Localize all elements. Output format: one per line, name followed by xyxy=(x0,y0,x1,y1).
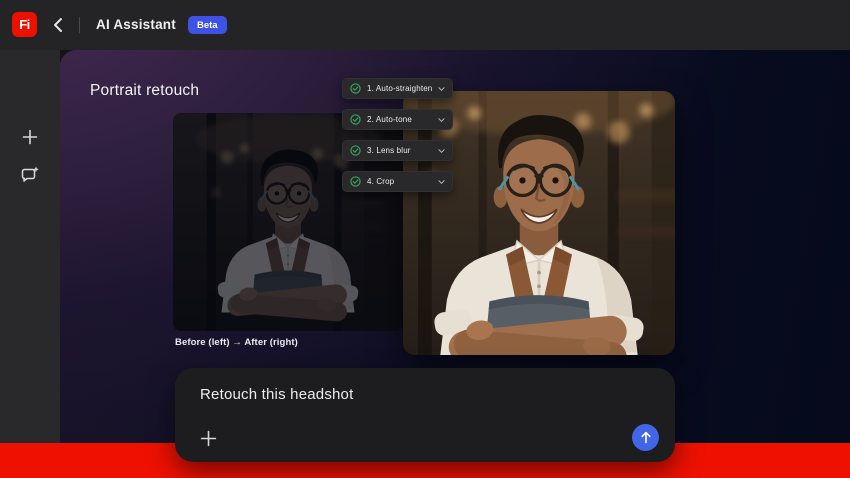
step-label: 1. Auto-straighten xyxy=(367,84,433,93)
chevron-down-icon xyxy=(438,116,445,123)
plus-icon xyxy=(200,430,216,446)
step-label: 2. Auto-tone xyxy=(367,115,412,124)
chevron-left-icon xyxy=(54,18,62,32)
chevron-down-icon xyxy=(438,85,445,92)
retouch-steps-list: 1. Auto-straighten 2. Auto-tone 3. Lens … xyxy=(342,78,453,202)
page-title: AI Assistant xyxy=(96,17,176,32)
add-attachment-button[interactable] xyxy=(199,429,217,447)
task-heading: Portrait retouch xyxy=(90,82,200,99)
new-chat-button[interactable] xyxy=(20,127,40,147)
beta-badge: Beta xyxy=(188,16,227,34)
firefly-app-window: Fi AI Assistant Beta Portrait retouch 1.… xyxy=(0,0,850,478)
chevron-down-icon xyxy=(438,147,445,154)
step-auto-tone[interactable]: 2. Auto-tone xyxy=(342,109,453,130)
step-label: 3. Lens blur xyxy=(367,146,411,155)
check-circle-icon xyxy=(350,114,361,125)
topbar-divider xyxy=(79,17,80,33)
step-lens-blur[interactable]: 3. Lens blur xyxy=(342,140,453,161)
chat-sparkle-icon xyxy=(21,166,39,182)
prompt-composer[interactable]: Retouch this headshot xyxy=(175,368,675,462)
step-crop[interactable]: 4. Crop xyxy=(342,171,453,192)
check-circle-icon xyxy=(350,83,361,94)
step-auto-straighten[interactable]: 1. Auto-straighten xyxy=(342,78,453,99)
check-circle-icon xyxy=(350,145,361,156)
before-after-caption: Before (left) → After (right) xyxy=(175,337,298,348)
firefly-logo: Fi xyxy=(12,12,37,37)
plus-icon xyxy=(22,129,38,145)
step-label: 4. Crop xyxy=(367,177,395,186)
back-button[interactable] xyxy=(48,15,68,35)
send-button[interactable] xyxy=(632,424,659,451)
chat-history-button[interactable] xyxy=(20,165,40,185)
arrow-up-icon xyxy=(640,431,651,444)
prompt-input[interactable]: Retouch this headshot xyxy=(200,386,353,403)
chevron-down-icon xyxy=(438,178,445,185)
top-bar: Fi AI Assistant Beta xyxy=(0,0,850,50)
check-circle-icon xyxy=(350,176,361,187)
sidebar xyxy=(0,50,60,443)
